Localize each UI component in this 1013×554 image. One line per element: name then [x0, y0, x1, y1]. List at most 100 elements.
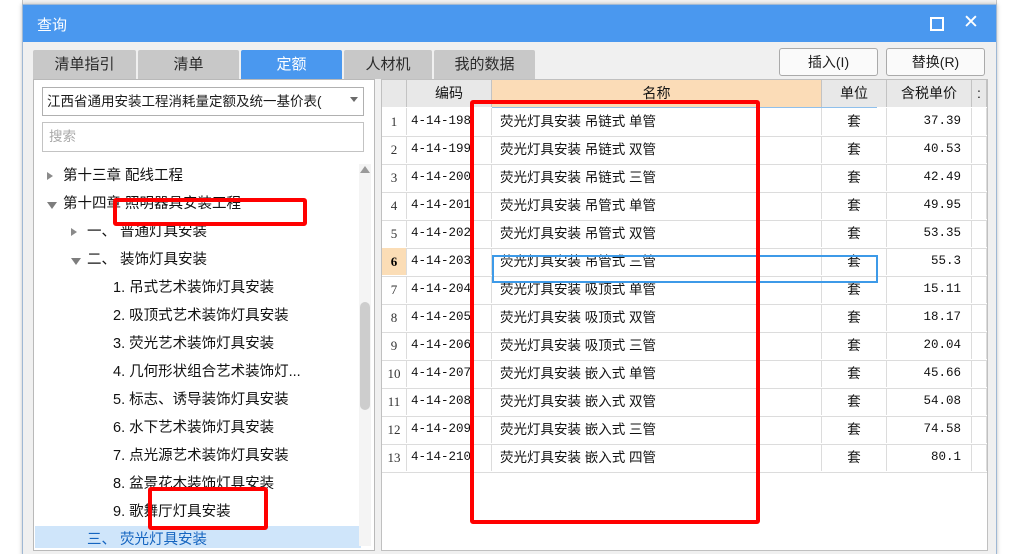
dialog-title: 查询: [37, 17, 68, 34]
cell-extra[interactable]: [972, 164, 987, 191]
search-input[interactable]: 搜索: [42, 122, 364, 152]
cell-extra[interactable]: [972, 332, 987, 359]
cell-price[interactable]: 40.53: [887, 136, 972, 163]
cell-rownum[interactable]: 1: [382, 108, 407, 135]
cell-rownum[interactable]: 13: [382, 444, 407, 471]
cell-extra[interactable]: [972, 136, 987, 163]
cell-extra[interactable]: [972, 416, 987, 443]
cell-unit[interactable]: 套: [822, 360, 887, 387]
tree-item[interactable]: 2. 吸顶式艺术装饰灯具安装: [35, 302, 355, 330]
cell-unit[interactable]: 套: [822, 444, 887, 471]
cell-extra[interactable]: [972, 248, 987, 275]
cell-unit[interactable]: 套: [822, 220, 887, 247]
cell-price[interactable]: 49.95: [887, 192, 972, 219]
tree-item-label: 4. 几何形状组合艺术装饰灯...: [113, 364, 301, 380]
cell-rownum[interactable]: 8: [382, 304, 407, 331]
name-column-highlight-box: [470, 100, 760, 524]
chevron-down-icon[interactable]: [71, 258, 81, 265]
tab-4[interactable]: 我的数据: [434, 50, 535, 79]
replace-button[interactable]: 替换(R): [886, 48, 985, 76]
tree-item[interactable]: 4. 几何形状组合艺术装饰灯...: [35, 358, 355, 386]
cell-price[interactable]: 54.08: [887, 388, 972, 415]
cell-unit[interactable]: 套: [822, 248, 887, 275]
cell-rownum[interactable]: 5: [382, 220, 407, 247]
cell-extra[interactable]: [972, 388, 987, 415]
tree-item-label: 3. 荧光艺术装饰灯具安装: [113, 336, 275, 352]
cell-price[interactable]: 42.49: [887, 164, 972, 191]
chapter-14-highlight-box: [113, 198, 307, 226]
cell-price[interactable]: 15.11: [887, 276, 972, 303]
cell-price[interactable]: 53.35: [887, 220, 972, 247]
cell-price[interactable]: 37.39: [887, 108, 972, 135]
tree-item[interactable]: 1. 吊式艺术装饰灯具安装: [35, 274, 355, 302]
cell-rownum[interactable]: 9: [382, 332, 407, 359]
cell-rownum[interactable]: 6: [382, 248, 407, 275]
cell-rownum[interactable]: 4: [382, 192, 407, 219]
cell-unit[interactable]: 套: [822, 136, 887, 163]
column-header-extra[interactable]: :: [972, 80, 987, 107]
tree-item[interactable]: 7. 点光源艺术装饰灯具安装: [35, 442, 355, 470]
search-placeholder: 搜索: [49, 129, 76, 144]
cell-unit[interactable]: 套: [822, 276, 887, 303]
cell-unit[interactable]: 套: [822, 164, 887, 191]
tab-0[interactable]: 清单指引: [33, 50, 136, 79]
cell-unit[interactable]: 套: [822, 304, 887, 331]
cell-unit[interactable]: 套: [822, 388, 887, 415]
cell-unit[interactable]: 套: [822, 416, 887, 443]
cell-extra[interactable]: [972, 108, 987, 135]
scroll-thumb[interactable]: [360, 302, 370, 410]
chevron-right-icon[interactable]: [71, 228, 77, 236]
cell-rownum[interactable]: 2: [382, 136, 407, 163]
tree-item[interactable]: 第十三章 配线工程: [35, 162, 355, 190]
cell-rownum[interactable]: 11: [382, 388, 407, 415]
cell-rownum[interactable]: 7: [382, 276, 407, 303]
cell-rownum[interactable]: 10: [382, 360, 407, 387]
dialog-titlebar: 查询 ✕: [23, 5, 996, 42]
tab-label: 清单: [173, 56, 204, 73]
chevron-down-icon[interactable]: [47, 202, 57, 209]
insert-button[interactable]: 插入(I): [779, 48, 878, 76]
close-icon[interactable]: ✕: [958, 11, 984, 35]
tab-3[interactable]: 人材机: [344, 50, 432, 79]
tab-1[interactable]: 清单: [138, 50, 239, 79]
cell-extra[interactable]: [972, 360, 987, 387]
column-header-price[interactable]: 含税单价: [887, 80, 972, 107]
tree-item-label: 2. 吸顶式艺术装饰灯具安装: [113, 308, 289, 324]
tab-label: 我的数据: [454, 56, 515, 73]
cell-unit[interactable]: 套: [822, 192, 887, 219]
library-select[interactable]: 江西省通用安装工程消耗量定额及统一基价表(: [42, 87, 364, 116]
column-header-rownum[interactable]: [382, 80, 407, 107]
chevron-right-icon[interactable]: [47, 172, 53, 180]
cell-price[interactable]: 20.04: [887, 332, 972, 359]
cell-extra[interactable]: [972, 444, 987, 471]
fluorescent-node-highlight-box: [148, 487, 268, 530]
tree-item[interactable]: 二、 装饰灯具安装: [35, 246, 355, 274]
tree-item[interactable]: 5. 标志、诱导装饰灯具安装: [35, 386, 355, 414]
cell-extra[interactable]: [972, 304, 987, 331]
tree-item-label: 1. 吊式艺术装饰灯具安装: [113, 280, 275, 296]
cell-extra[interactable]: [972, 220, 987, 247]
cell-extra[interactable]: [972, 276, 987, 303]
tab-2[interactable]: 定额: [241, 50, 342, 79]
tree-item[interactable]: 3. 荧光艺术装饰灯具安装: [35, 330, 355, 358]
scroll-up-icon[interactable]: [360, 166, 370, 173]
cell-price[interactable]: 18.17: [887, 304, 972, 331]
cell-price[interactable]: 45.66: [887, 360, 972, 387]
tree-scrollbar[interactable]: [359, 164, 371, 546]
column-header-unit[interactable]: 单位: [822, 80, 887, 107]
cell-unit[interactable]: 套: [822, 332, 887, 359]
tab-label: 人材机: [365, 56, 411, 73]
cell-price[interactable]: 80.1: [887, 444, 972, 471]
cell-rownum[interactable]: 3: [382, 164, 407, 191]
tab-bar: 插入(I) 替换(R) 清单指引 清单 定额 人材机 我的数据: [23, 42, 996, 79]
cell-rownum[interactable]: 12: [382, 416, 407, 443]
library-select-value: 江西省通用安装工程消耗量定额及统一基价表(: [47, 94, 322, 109]
cell-price[interactable]: 74.58: [887, 416, 972, 443]
background-right-column: [996, 0, 1013, 554]
maximize-icon[interactable]: [924, 11, 950, 35]
cell-extra[interactable]: [972, 192, 987, 219]
cell-unit[interactable]: 套: [822, 108, 887, 135]
background-left-column: [0, 0, 23, 554]
cell-price[interactable]: 55.3: [887, 248, 972, 275]
tree-item[interactable]: 6. 水下艺术装饰灯具安装: [35, 414, 355, 442]
